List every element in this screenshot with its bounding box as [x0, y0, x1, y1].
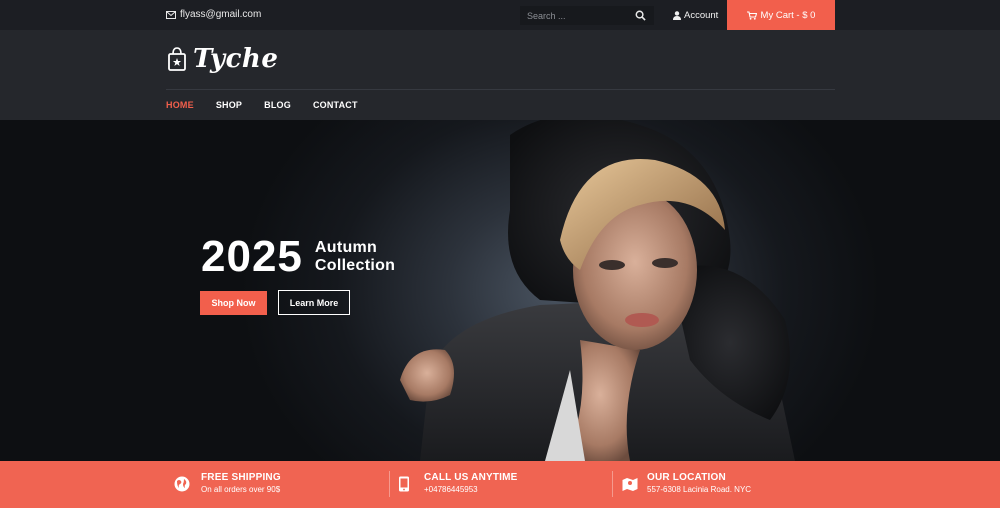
- header-divider: [166, 89, 835, 90]
- feature-title: FREE SHIPPING: [201, 472, 281, 483]
- search-box: [520, 6, 654, 25]
- envelope-icon: [166, 10, 176, 19]
- cart-button[interactable]: My Cart - $ 0: [727, 0, 835, 30]
- shopping-bag-icon: [168, 47, 186, 71]
- feature-title: CALL US ANYTIME: [424, 472, 518, 483]
- features-bar: FREE SHIPPING On all orders over 90$ CAL…: [0, 461, 1000, 508]
- site-logo[interactable]: Tyche: [167, 44, 278, 74]
- feature-subtitle: +04786445953: [424, 485, 478, 494]
- account-link[interactable]: Account: [673, 10, 718, 21]
- top-bar: flyass@gmail.com Account My Cart - $ 0: [0, 0, 1000, 30]
- hero-subtitle-line2: Collection: [314, 257, 396, 274]
- globe-icon: [174, 476, 190, 492]
- search-input[interactable]: [520, 6, 632, 25]
- feature-divider: [612, 471, 613, 497]
- feature-subtitle: 557-6308 Lacinia Road. NYC: [647, 485, 752, 494]
- site-header: Tyche HOME SHOP BLOG CONTACT: [0, 30, 1000, 120]
- feature-divider: [389, 471, 390, 497]
- account-label: Account: [684, 10, 719, 21]
- learn-more-button[interactable]: Learn More: [278, 290, 350, 315]
- hero-model-image: [400, 120, 795, 461]
- feature-call: CALL US ANYTIME +04786445953: [398, 461, 598, 508]
- contact-email[interactable]: flyass@gmail.com: [166, 9, 261, 20]
- feature-subtitle: On all orders over 90$: [201, 485, 281, 494]
- phone-icon: [399, 476, 409, 492]
- nav-blog[interactable]: BLOG: [264, 100, 291, 110]
- hero-banner: 2025 Autumn Collection Shop Now Learn Mo…: [0, 120, 1000, 461]
- search-icon[interactable]: [635, 10, 646, 21]
- feature-shipping: FREE SHIPPING On all orders over 90$: [174, 461, 374, 508]
- hero-subtitle-line1: Autumn: [314, 239, 378, 257]
- nav-home[interactable]: HOME: [166, 100, 194, 110]
- hero-heading: 2025 Autumn Collection: [201, 235, 395, 279]
- user-icon: [673, 11, 681, 20]
- cart-label: My Cart - $ 0: [760, 9, 816, 21]
- shop-now-button[interactable]: Shop Now: [200, 291, 267, 315]
- brand-name: Tyche: [193, 44, 279, 74]
- nav-shop[interactable]: SHOP: [216, 100, 242, 110]
- contact-email-text: flyass@gmail.com: [180, 9, 262, 20]
- cart-icon: [746, 10, 757, 20]
- feature-location: OUR LOCATION 557-6308 Lacinia Road. NYC: [622, 461, 842, 508]
- hero-subtitle: Autumn Collection: [315, 239, 395, 274]
- map-icon: [622, 478, 638, 491]
- nav-contact[interactable]: CONTACT: [313, 100, 358, 110]
- feature-title: OUR LOCATION: [647, 472, 726, 483]
- main-nav: HOME SHOP BLOG CONTACT: [166, 100, 380, 110]
- hero-year: 2025: [201, 232, 303, 281]
